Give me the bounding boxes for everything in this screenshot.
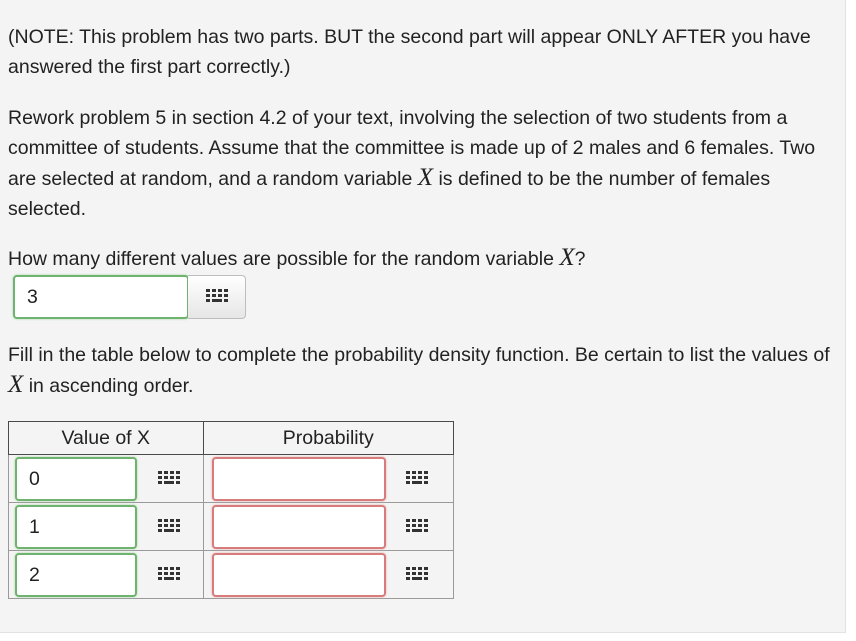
value-text: 1 (29, 515, 40, 538)
probability-keyboard-button[interactable] (386, 553, 448, 597)
value-text: 0 (29, 467, 40, 490)
value-cell: 1 (8, 502, 204, 551)
instructions-text-part1: Fill in the table below to complete the … (8, 344, 830, 366)
probability-input[interactable] (211, 505, 386, 549)
header-probability: Probability (202, 421, 455, 455)
math-variable-x: X (8, 371, 24, 398)
question-text-part1: How many different values are possible f… (8, 248, 560, 270)
problem-panel: (NOTE: This problem has two parts. BUT t… (0, 0, 846, 633)
value-input[interactable]: 2 (15, 553, 137, 597)
value-cell: 0 (8, 454, 204, 503)
keyboard-grid-icon (158, 567, 180, 580)
value-cell: 2 (8, 550, 204, 599)
probability-input[interactable] (211, 553, 386, 597)
probability-keyboard-button[interactable] (386, 505, 448, 549)
table-row: 1 (8, 502, 455, 551)
keyboard-grid-icon (405, 471, 428, 484)
probability-cell (202, 550, 455, 599)
keyboard-grid-icon (158, 519, 180, 532)
value-input[interactable]: 1 (15, 505, 137, 549)
count-keyboard-button[interactable] (188, 275, 246, 319)
value-keyboard-button[interactable] (137, 457, 201, 501)
note-text: (NOTE: This problem has two parts. BUT t… (8, 26, 811, 78)
header-value-of-x: Value of X (8, 421, 204, 455)
value-input[interactable]: 0 (15, 457, 137, 501)
question-text-part2: ? (574, 248, 586, 270)
count-answer-value: 3 (27, 285, 38, 308)
probability-input[interactable] (211, 457, 386, 501)
value-keyboard-button[interactable] (137, 505, 201, 549)
table-header-row: Value of X Probability (8, 421, 455, 455)
math-variable-x: X (559, 244, 575, 271)
value-text: 2 (29, 563, 40, 586)
count-answer-input[interactable]: 3 (13, 275, 189, 319)
pdf-table: Value of X Probability 0 1 2 (8, 421, 455, 599)
probability-cell (202, 454, 455, 503)
keyboard-grid-icon (205, 289, 228, 302)
instructions-text-part2: in ascending order. (23, 375, 194, 397)
probability-cell (202, 502, 455, 551)
question-text: How many different values are possible f… (8, 243, 838, 274)
problem-statement: Rework problem 5 in section 4.2 of your … (8, 103, 840, 224)
probability-keyboard-button[interactable] (386, 457, 448, 501)
keyboard-grid-icon (158, 471, 180, 484)
value-keyboard-button[interactable] (137, 553, 201, 597)
keyboard-grid-icon (405, 567, 428, 580)
instructions-text: Fill in the table below to complete the … (8, 340, 838, 401)
table-row: 2 (8, 550, 455, 599)
math-variable-x: X (417, 164, 434, 191)
keyboard-grid-icon (405, 519, 428, 532)
table-row: 0 (8, 454, 455, 503)
